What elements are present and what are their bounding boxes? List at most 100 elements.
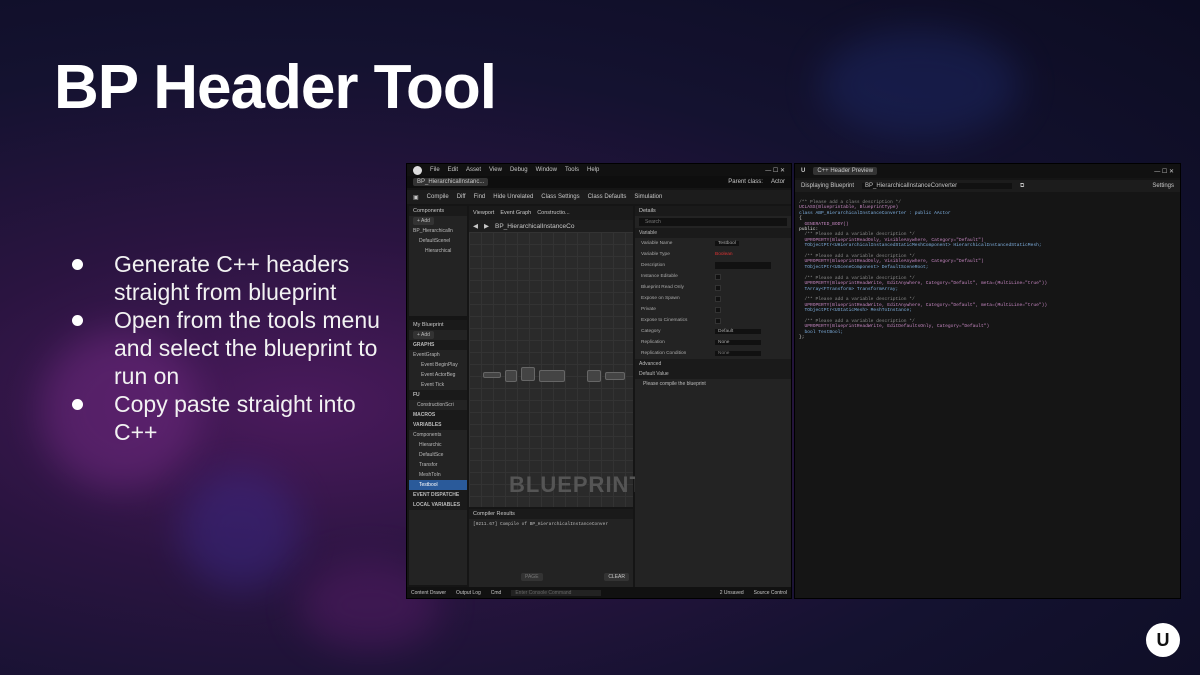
graph-node[interactable] [483, 372, 501, 378]
console-command-input[interactable]: Enter Console Command [511, 589, 602, 596]
blueprint-editor-window: File Edit Asset View Debug Window Tools … [406, 163, 792, 599]
clear-button[interactable]: CLEAR [604, 573, 629, 581]
replication-condition-dropdown[interactable]: None [715, 351, 761, 356]
tab-viewport[interactable]: Viewport [473, 210, 494, 216]
components-panel: Components + Add BP_Hierarchicalln Defau… [409, 206, 467, 316]
output-log-button[interactable]: Output Log [456, 590, 481, 596]
graph-canvas[interactable]: BLUEPRINT [469, 232, 643, 507]
instance-editable-checkbox[interactable] [715, 273, 721, 280]
event-item[interactable]: Event ActorBeg [409, 370, 467, 380]
window-controls[interactable]: — ☐ ✕ [765, 167, 785, 174]
category-dropdown[interactable]: Default [715, 329, 761, 334]
graph-tab-row: Viewport Event Graph Constructio... [469, 206, 633, 220]
menu-tools[interactable]: Tools [565, 167, 579, 173]
hide-unrelated-button[interactable]: Hide Unrelated [493, 194, 533, 200]
graph-node[interactable] [587, 370, 601, 382]
class-settings-button[interactable]: Class Settings [541, 194, 579, 200]
expose-cinematics-checkbox[interactable] [715, 317, 721, 324]
graph-node[interactable] [505, 370, 517, 382]
bullet-item: Open from the tools menu and select the … [70, 306, 400, 390]
header-code-view[interactable]: /** Please add a class description */UCL… [799, 200, 1047, 341]
expose-spawn-checkbox[interactable] [715, 295, 721, 302]
compile-button[interactable]: Compile [427, 194, 449, 200]
class-defaults-button[interactable]: Class Defaults [588, 194, 627, 200]
diff-button[interactable]: Diff [457, 194, 466, 200]
detail-label: Category [641, 329, 661, 334]
variable-name-input[interactable]: Testbool [715, 241, 739, 246]
blueprint-document-tab[interactable]: BP_HierarchicalInstanc... [413, 178, 489, 186]
compiler-results-title: Compiler Results [473, 511, 515, 517]
page-button[interactable]: PAGE [521, 573, 543, 581]
header-preview-tab[interactable]: C++ Header Preview [813, 167, 878, 175]
tab-construction[interactable]: Constructio... [537, 210, 569, 216]
variable-item[interactable]: MeshToIn [409, 470, 467, 480]
my-blueprint-panel: My Blueprint + Add GRAPHS EventGraph Eve… [409, 320, 467, 585]
unreal-logo-icon[interactable] [413, 165, 422, 175]
menu-debug[interactable]: Debug [510, 167, 528, 173]
unreal-logo: U [1146, 623, 1180, 657]
detail-label: Blueprint Read Only [641, 285, 684, 290]
variables-section[interactable]: VARIABLES [409, 420, 467, 430]
code-line: }; [799, 335, 805, 341]
window-controls[interactable]: — ☐ ✕ [1154, 168, 1174, 175]
menu-bar: File Edit Asset View Debug Window Tools … [407, 164, 791, 176]
private-checkbox[interactable] [715, 306, 721, 313]
event-graph-item[interactable]: EventGraph [409, 350, 467, 360]
variable-item[interactable]: DefaultSce [409, 450, 467, 460]
menu-file[interactable]: File [430, 167, 440, 173]
add-member-button[interactable]: + Add [413, 331, 434, 339]
macros-section[interactable]: MACROS [409, 410, 467, 420]
back-arrow-icon[interactable]: ◀ [473, 222, 478, 230]
variable-item[interactable]: Hierarchic [409, 440, 467, 450]
details-panel: Details Search Variable Variable Name Tes… [635, 206, 791, 587]
settings-button[interactable]: Settings [1152, 183, 1174, 189]
tab-event-graph[interactable]: Event Graph [500, 210, 531, 216]
add-component-button[interactable]: + Add [413, 217, 434, 225]
detail-label: Variable Name [641, 241, 673, 246]
default-value-section-header[interactable]: Default Value [635, 369, 791, 379]
replication-dropdown[interactable]: None [715, 340, 761, 345]
detail-label: Expose on Spawn [641, 296, 680, 301]
menu-edit[interactable]: Edit [448, 167, 458, 173]
forward-arrow-icon[interactable]: ▶ [484, 222, 489, 230]
component-item[interactable]: DefaultScenel [409, 236, 467, 246]
variable-item-selected[interactable]: Testbool [409, 480, 467, 490]
parent-class-value[interactable]: Actor [771, 179, 785, 185]
blueprint-selector[interactable]: BP_HierarchicalInstanceConverter [862, 183, 1013, 189]
source-control-button[interactable]: Source Control [754, 590, 787, 596]
content-drawer-button[interactable]: Content Drawer [411, 590, 446, 596]
variable-type-dropdown[interactable]: Boolean [715, 252, 733, 257]
detail-label: Variable Type [641, 252, 670, 257]
event-dispatchers-section[interactable]: EVENT DISPATCHE [409, 490, 467, 500]
copy-icon[interactable]: ⧉ [1020, 183, 1024, 190]
simulation-button[interactable]: Simulation [634, 194, 662, 200]
menu-asset[interactable]: Asset [466, 167, 481, 173]
components-category[interactable]: Components [409, 430, 467, 440]
component-item[interactable]: BP_Hierarchicalln [409, 226, 467, 236]
graph-node[interactable] [605, 372, 625, 380]
event-item[interactable]: Event Tick [409, 380, 467, 390]
menu-window[interactable]: Window [536, 167, 557, 173]
cmd-dropdown[interactable]: Cmd [491, 590, 502, 596]
graphs-section[interactable]: GRAPHS [409, 340, 467, 350]
read-only-checkbox[interactable] [715, 284, 721, 291]
construction-script-item[interactable]: ConstructionScri [409, 400, 467, 410]
advanced-section-header[interactable]: Advanced [635, 359, 791, 369]
variable-item[interactable]: Transfor [409, 460, 467, 470]
event-item[interactable]: Event BeginPlay [409, 360, 467, 370]
menu-view[interactable]: View [489, 167, 502, 173]
menu-help[interactable]: Help [587, 167, 599, 173]
find-button[interactable]: Find [474, 194, 486, 200]
description-input[interactable] [715, 262, 771, 269]
unsaved-indicator[interactable]: 2 Unsaved [720, 590, 744, 596]
local-variables-section[interactable]: LOCAL VARIABLES [409, 500, 467, 510]
detail-label: Expose to Cinematics [641, 318, 688, 323]
functions-section[interactable]: FU [409, 390, 467, 400]
detail-label: Instance Editable [641, 274, 678, 279]
details-search-input[interactable]: Search [639, 218, 787, 226]
graph-node[interactable] [539, 370, 565, 382]
variable-section-header[interactable]: Variable [635, 228, 791, 238]
component-item[interactable]: Hierarchical [409, 246, 467, 256]
save-icon[interactable]: ▣ [413, 194, 419, 201]
graph-node[interactable] [521, 367, 535, 381]
